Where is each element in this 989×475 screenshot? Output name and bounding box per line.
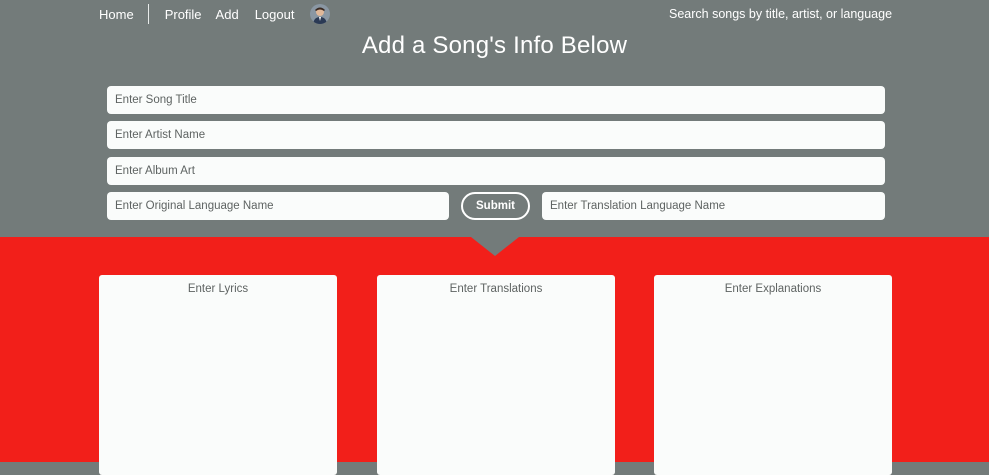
- section-notch: [471, 237, 519, 256]
- avatar-person-icon: [310, 4, 331, 24]
- album-art-input[interactable]: [107, 157, 885, 185]
- nav-add-link[interactable]: Add: [216, 7, 239, 22]
- header-section: Home Profile Add Logout Search songs by …: [0, 0, 989, 237]
- artist-name-input[interactable]: [107, 121, 885, 149]
- nav-profile-link[interactable]: Profile: [165, 7, 202, 22]
- translations-textarea[interactable]: [383, 303, 609, 469]
- translations-card: Enter Translations: [377, 275, 615, 475]
- translation-language-input[interactable]: [542, 192, 885, 220]
- explanations-label: Enter Explanations: [724, 283, 822, 295]
- search-link[interactable]: Search songs by title, artist, or langua…: [669, 7, 892, 21]
- lyrics-card: Enter Lyrics: [99, 275, 337, 475]
- lyrics-textarea[interactable]: [105, 303, 331, 469]
- user-avatar[interactable]: [310, 4, 331, 24]
- original-language-input[interactable]: [107, 192, 449, 220]
- song-title-input[interactable]: [107, 86, 885, 114]
- lyrics-label: Enter Lyrics: [187, 283, 249, 295]
- page-title: Add a Song's Info Below: [361, 32, 628, 59]
- explanations-card: Enter Explanations: [654, 275, 892, 475]
- translations-label: Enter Translations: [449, 283, 543, 295]
- submit-button[interactable]: Submit: [461, 192, 530, 220]
- nav-divider: [147, 4, 149, 24]
- nav-home-link[interactable]: Home: [99, 7, 134, 22]
- nav-logout-link[interactable]: Logout: [255, 7, 295, 22]
- explanations-textarea[interactable]: [660, 303, 886, 469]
- main-nav: Home Profile Add Logout: [99, 4, 331, 24]
